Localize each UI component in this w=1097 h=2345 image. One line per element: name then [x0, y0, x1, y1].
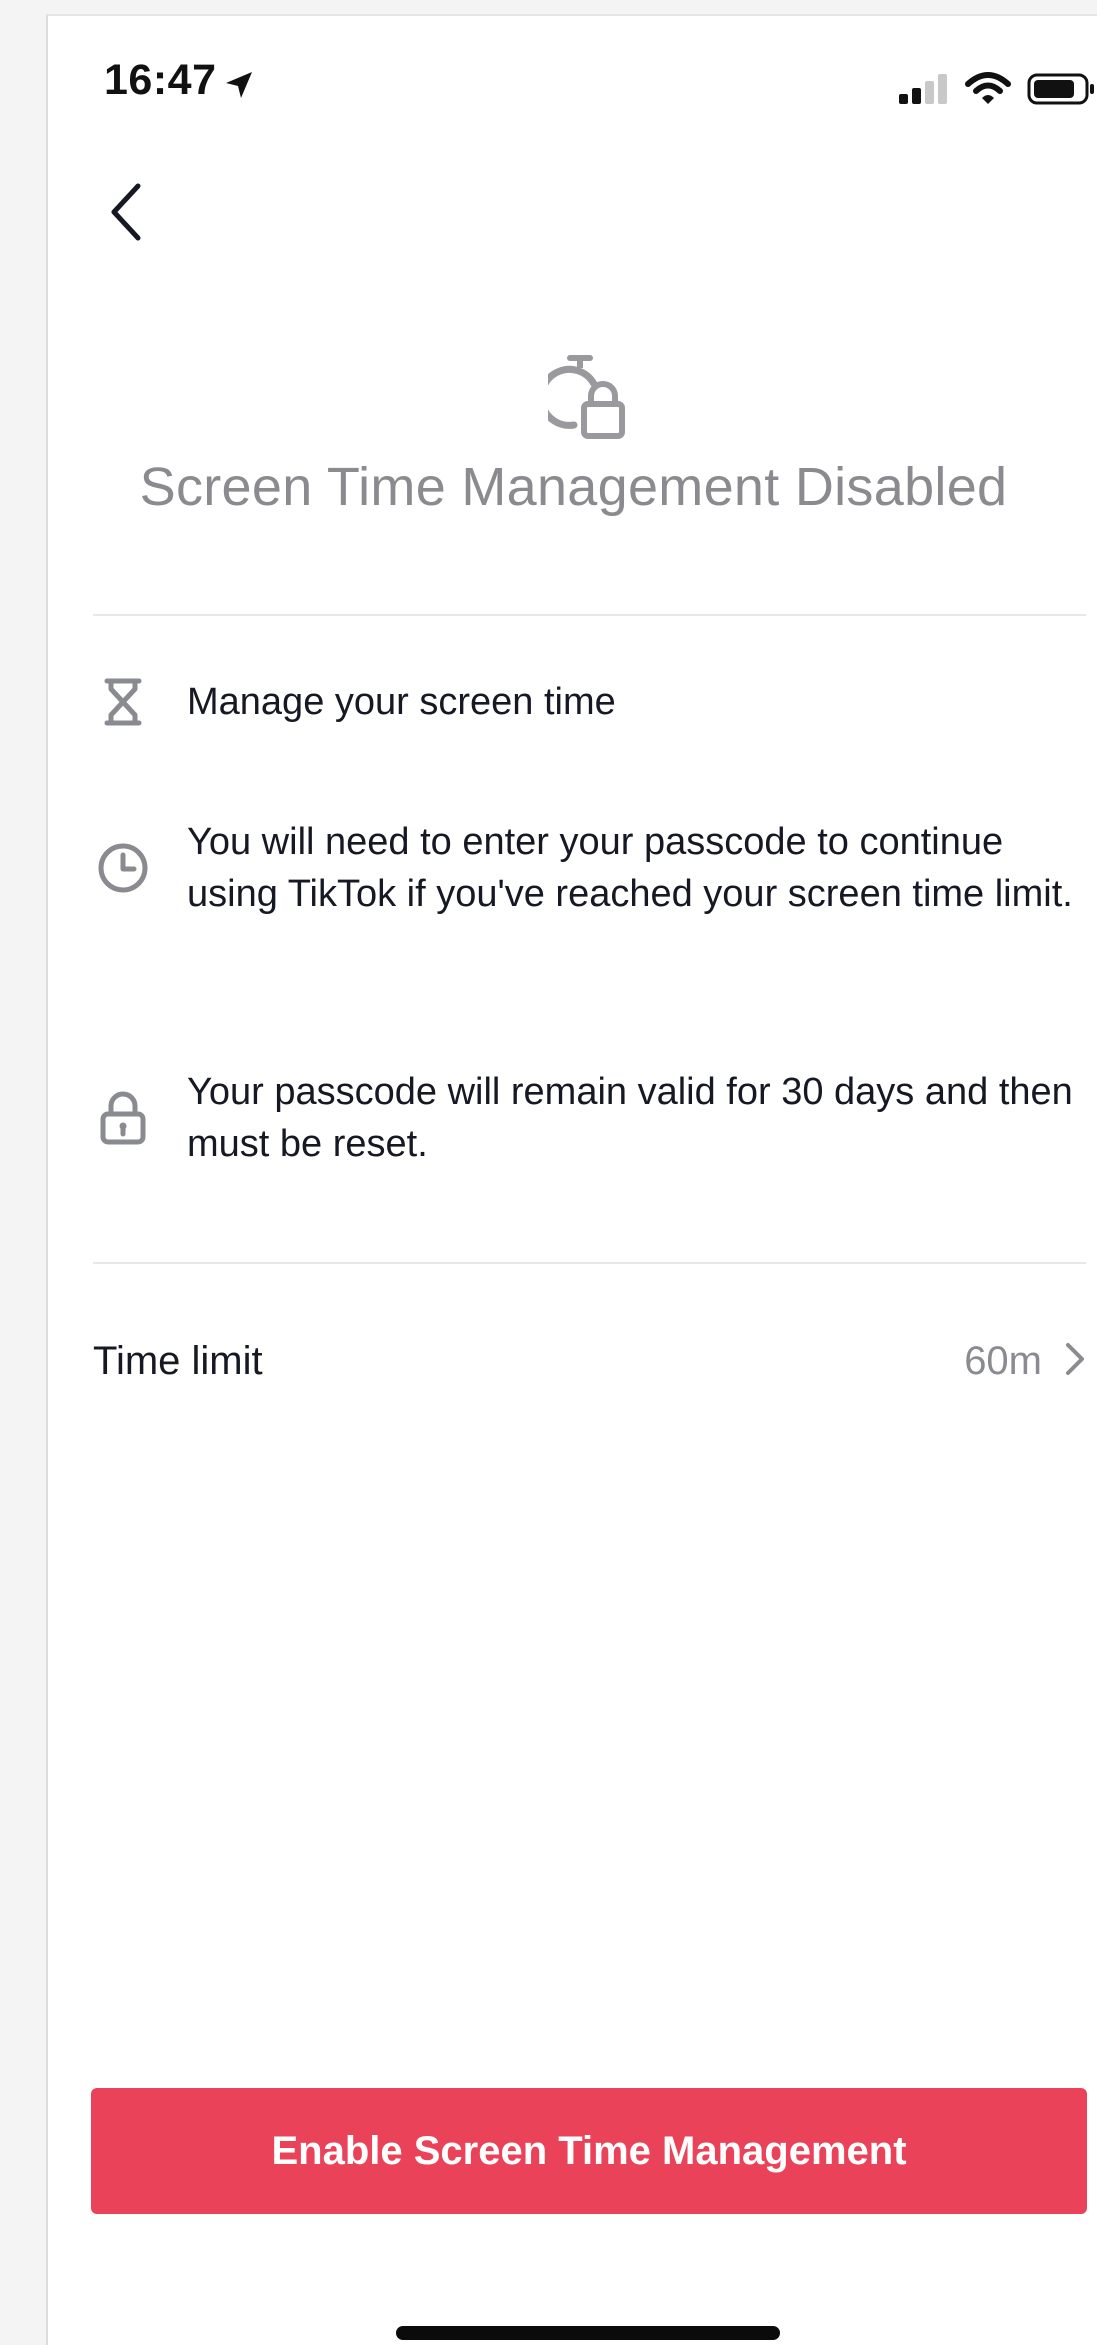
- info-item-passcode: You will need to enter your passcode to …: [93, 816, 1086, 920]
- chevron-left-icon: [108, 182, 144, 247]
- status-bar-time: 16:47: [104, 56, 256, 105]
- time-limit-value: 60m: [964, 1338, 1042, 1383]
- time-limit-value-group: 60m: [964, 1339, 1086, 1384]
- hourglass-icon: [93, 672, 153, 732]
- clock-icon: [93, 838, 153, 898]
- info-item-text: Manage your screen time: [187, 681, 616, 723]
- cellular-signal-icon: [897, 72, 949, 111]
- wifi-icon: [965, 72, 1011, 111]
- divider: [93, 614, 1086, 616]
- chevron-right-icon: [1064, 1341, 1086, 1382]
- time-limit-row[interactable]: Time limit 60m: [93, 1326, 1086, 1396]
- app-screen: 16:47 Screen Time Management Disabled Ma…: [46, 14, 1097, 2345]
- home-indicator: [396, 2326, 780, 2340]
- back-button[interactable]: [96, 178, 156, 250]
- info-item-text: You will need to enter your passcode to …: [187, 821, 1073, 915]
- info-item-text: Your passcode will remain valid for 30 d…: [187, 1071, 1073, 1165]
- stopwatch-lock-icon: [537, 352, 638, 442]
- info-item-manage: Manage your screen time: [93, 672, 1086, 732]
- location-arrow-icon: [222, 64, 256, 98]
- battery-icon: [1027, 72, 1097, 111]
- info-item-validity: Your passcode will remain valid for 30 d…: [93, 1066, 1086, 1170]
- enable-screen-time-button[interactable]: Enable Screen Time Management: [91, 2088, 1087, 2214]
- time-limit-label: Time limit: [93, 1338, 263, 1383]
- status-time-text: 16:47: [104, 56, 217, 104]
- lock-icon: [93, 1088, 153, 1148]
- status-bar-indicators: [897, 72, 1097, 111]
- page-title: Screen Time Management Disabled: [139, 457, 1008, 517]
- divider: [93, 1262, 1086, 1264]
